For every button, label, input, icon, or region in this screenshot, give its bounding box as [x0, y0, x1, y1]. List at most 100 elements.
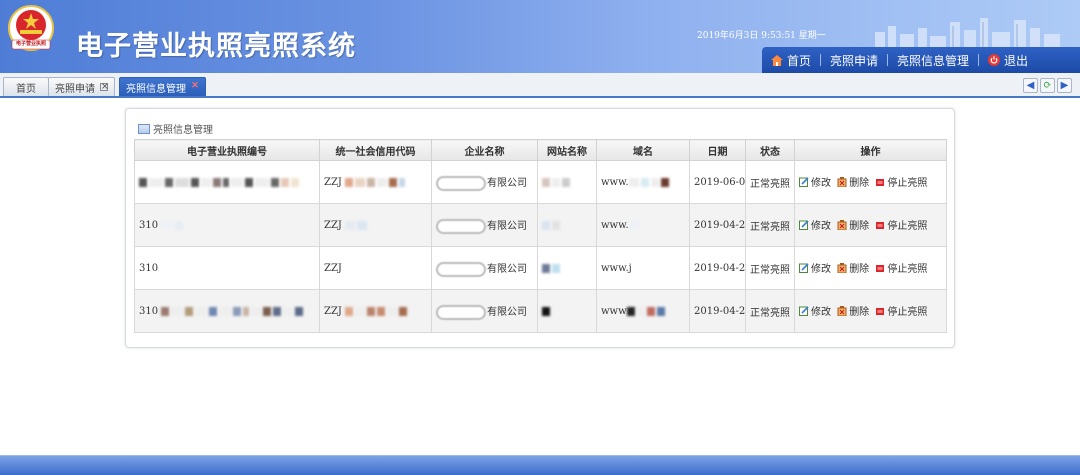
company-cell: 有限公司: [431, 203, 538, 247]
company-name-suffix: 有限公司: [487, 306, 527, 318]
domain-text: www.: [601, 176, 629, 188]
table-row: 310 ZZJ 有限公司 www.j 2019-04-24 正常亮照 修改 删除…: [134, 246, 947, 290]
domain-text: www: [601, 305, 627, 317]
arrow-left-icon[interactable]: ◀: [1023, 78, 1038, 93]
delete-button[interactable]: 删除: [837, 303, 869, 318]
date-cell: 2019-04-24: [689, 246, 746, 290]
credit-code-cell: ZZJ: [319, 203, 432, 247]
domain-cell: www.j: [596, 246, 690, 290]
actions-cell: 修改 删除 停止亮照: [794, 246, 947, 290]
column-header[interactable]: 统一社会信用代码: [319, 139, 432, 161]
domain-text: www.j: [601, 262, 632, 274]
tab-home[interactable]: 首页: [3, 77, 49, 96]
company-name-suffix: 有限公司: [487, 220, 527, 232]
status-cell: 正常亮照: [745, 203, 795, 247]
company-cell: 有限公司: [431, 289, 538, 333]
national-emblem-logo: [8, 5, 54, 51]
close-icon[interactable]: ✕: [191, 82, 199, 91]
table-header-row: 电子营业执照编号 统一社会信用代码 企业名称 网站名称 域名 日期 状态 操作: [134, 139, 947, 161]
license-no-cell: 310: [134, 203, 320, 247]
edit-button[interactable]: 修改: [799, 303, 831, 318]
credit-code-cell: ZZJ: [319, 289, 432, 333]
edit-icon: [799, 220, 809, 230]
stop-icon: [876, 221, 885, 229]
actions-cell: 修改 删除 停止亮照: [794, 289, 947, 333]
company-name-redacted: [436, 261, 486, 277]
company-name-redacted: [436, 218, 486, 234]
close-icon[interactable]: ×: [100, 83, 109, 92]
domain-cell: www: [596, 289, 690, 333]
nav-apply-label: 亮照申请: [830, 53, 879, 68]
license-no-text: 310: [139, 305, 159, 317]
credit-code-cell: ZZJ: [319, 160, 432, 204]
credit-code-cell: ZZJ: [319, 246, 432, 290]
delete-button[interactable]: 删除: [837, 174, 869, 189]
nav-logout[interactable]: 退出: [979, 47, 1037, 73]
credit-code-text: ZZJ: [324, 176, 342, 188]
edit-icon: [799, 177, 809, 187]
nav-manage-label: 亮照信息管理: [897, 53, 970, 68]
system-title: 电子营业执照亮照系统: [76, 31, 356, 62]
license-no-cell: 310: [134, 289, 320, 333]
table-row: ZZJ 有限公司 www. 2019-06-03 正常亮照 修改 删除 停止亮照: [134, 160, 947, 204]
delete-icon: [837, 176, 847, 187]
column-header[interactable]: 电子营业执照编号: [134, 139, 320, 161]
stop-display-button[interactable]: 停止亮照: [875, 174, 927, 189]
status-cell: 正常亮照: [745, 289, 795, 333]
arrow-right-icon[interactable]: ▶: [1057, 78, 1072, 93]
column-header[interactable]: 状态: [745, 139, 795, 161]
power-icon: [988, 54, 1001, 66]
stop-display-button[interactable]: 停止亮照: [875, 260, 927, 275]
date-cell: 2019-04-24: [689, 289, 746, 333]
tab-apply[interactable]: 亮照申请 ×: [48, 77, 115, 96]
nav-manage[interactable]: 亮照信息管理: [888, 47, 978, 73]
company-cell: 有限公司: [431, 160, 538, 204]
edit-button[interactable]: 修改: [799, 174, 831, 189]
stop-icon: [876, 307, 885, 315]
info-panel: 亮照信息管理 电子营业执照编号 统一社会信用代码 企业名称 网站名称 域名 日期…: [125, 108, 955, 348]
license-table: 电子营业执照编号 统一社会信用代码 企业名称 网站名称 域名 日期 状态 操作 …: [134, 139, 947, 333]
delete-button[interactable]: 删除: [837, 217, 869, 232]
footer-bar: [0, 455, 1080, 475]
column-header[interactable]: 日期: [689, 139, 746, 161]
nav-logout-label: 退出: [1004, 53, 1029, 68]
company-name-redacted: [436, 304, 486, 320]
nav-home[interactable]: 首页: [762, 47, 820, 73]
stop-display-button[interactable]: 停止亮照: [875, 217, 927, 232]
license-no-cell: [134, 160, 320, 204]
column-header[interactable]: 网站名称: [537, 139, 597, 161]
datetime-display: 2019年6月3日 9:53:51 星期一: [697, 31, 826, 41]
status-cell: 正常亮照: [745, 246, 795, 290]
delete-icon: [837, 262, 847, 273]
column-header[interactable]: 操作: [794, 139, 947, 161]
credit-code-text: ZZJ: [324, 219, 342, 231]
delete-icon: [837, 305, 847, 316]
column-header[interactable]: 域名: [596, 139, 690, 161]
tab-home-label: 首页: [16, 83, 36, 95]
app-header: 电子营业执照 电子营业执照亮照系统 2019年6月3日 9:53:51 星期一 …: [0, 0, 1080, 73]
edit-button[interactable]: 修改: [799, 260, 831, 275]
site-name-cell: [537, 246, 597, 290]
date-cell: 2019-04-24: [689, 203, 746, 247]
stop-display-button[interactable]: 停止亮照: [875, 303, 927, 318]
panel-title: 亮照信息管理: [138, 121, 213, 136]
edit-button[interactable]: 修改: [799, 217, 831, 232]
domain-cell: www.: [596, 203, 690, 247]
tab-manage[interactable]: 亮照信息管理 ✕: [119, 77, 206, 96]
edit-icon: [799, 306, 809, 316]
company-name-redacted: [436, 175, 486, 191]
column-header[interactable]: 企业名称: [431, 139, 538, 161]
site-name-cell: [537, 203, 597, 247]
tab-apply-label: 亮照申请: [55, 83, 95, 95]
stop-icon: [876, 178, 885, 186]
panel-title-label: 亮照信息管理: [153, 125, 213, 136]
tab-bar: 首页 亮照申请 × 亮照信息管理 ✕ ◀ ⟳ ▶: [0, 73, 1080, 98]
delete-button[interactable]: 删除: [837, 260, 869, 275]
refresh-icon[interactable]: ⟳: [1040, 78, 1055, 93]
actions-cell: 修改 删除 停止亮照: [794, 203, 947, 247]
nav-apply[interactable]: 亮照申请: [821, 47, 887, 73]
credit-code-text: ZZJ: [324, 305, 342, 317]
edit-icon: [799, 263, 809, 273]
tab-manage-label: 亮照信息管理: [126, 83, 186, 95]
city-skyline-decoration: [875, 18, 1060, 50]
